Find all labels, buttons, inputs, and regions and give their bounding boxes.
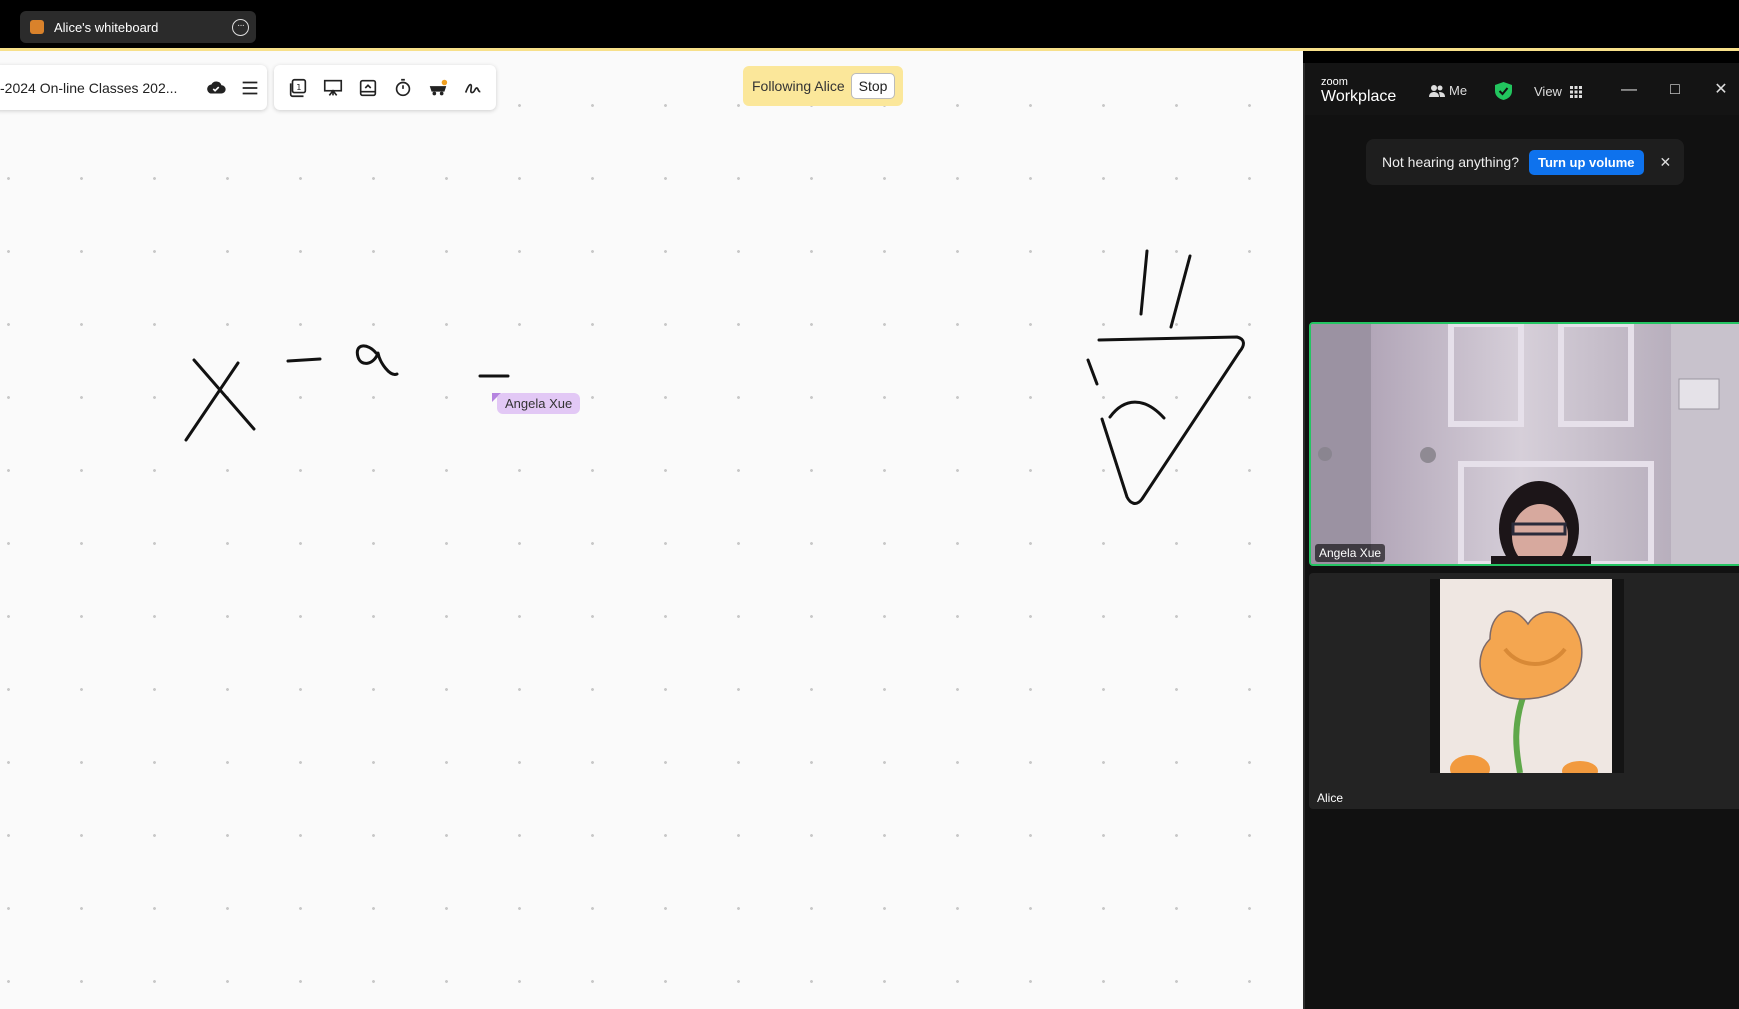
more-options-icon[interactable]: ···: [232, 19, 249, 36]
view-button[interactable]: View: [1534, 84, 1582, 99]
video-tile-angela[interactable]: Angela Xue: [1309, 322, 1739, 566]
ink-stroke-tick-1: [1139, 249, 1149, 316]
zoom-panel: zoom Workplace Me View — □ ✕ Not hearing…: [1303, 63, 1739, 1009]
angela-video-feed: [1311, 324, 1739, 564]
view-label: View: [1534, 84, 1562, 99]
cloud-sync-icon[interactable]: [204, 76, 228, 100]
turn-up-volume-button[interactable]: Turn up volume: [1529, 149, 1644, 175]
following-banner: Following Alice Stop: [743, 66, 904, 106]
ink-stroke-x-1: [192, 358, 256, 431]
ink-stroke-arc: [1108, 400, 1166, 420]
maximize-icon[interactable]: □: [1665, 80, 1685, 100]
zoom-header: zoom Workplace Me View — □ ✕: [1305, 63, 1739, 115]
people-icon: [1429, 84, 1445, 97]
ink-stroke-v: [1100, 349, 1242, 505]
zoom-logo: zoom Workplace: [1321, 77, 1396, 105]
participant-name-angela: Angela Xue: [1315, 544, 1386, 562]
alice-avatar-image: [1430, 579, 1624, 773]
following-text: Following Alice: [752, 78, 845, 94]
security-shield-icon[interactable]: [1495, 82, 1512, 100]
participant-name-alice: Alice: [1317, 791, 1344, 805]
svg-text:1: 1: [296, 81, 301, 91]
dismiss-icon[interactable]: ✕: [1660, 154, 1672, 171]
share-top-bar: Alice's whiteboard ···: [0, 0, 1739, 48]
stop-following-button[interactable]: Stop: [850, 73, 896, 99]
video-tile-alice[interactable]: Alice: [1309, 573, 1739, 809]
share-tab-title: Alice's whiteboard: [54, 19, 159, 35]
ink-stroke-left: [1086, 358, 1099, 386]
present-icon[interactable]: [321, 76, 345, 100]
notification-text: Not hearing anything?: [1382, 154, 1519, 170]
menu-icon[interactable]: [238, 76, 262, 100]
signature-icon[interactable]: [461, 76, 485, 100]
timer-icon[interactable]: [391, 76, 415, 100]
participants-button[interactable]: Me: [1429, 83, 1467, 98]
sharer-avatar: [30, 20, 44, 34]
ink-layer: [184, 249, 1245, 505]
ink-stroke-a: [355, 344, 399, 376]
collaborators-icon[interactable]: [426, 76, 450, 100]
share-tab[interactable]: Alice's whiteboard ···: [20, 11, 256, 43]
zoom-logo-small: zoom: [1321, 76, 1348, 88]
zoom-logo-big: Workplace: [1321, 88, 1397, 105]
remote-cursor-label: Angela Xue: [497, 393, 581, 414]
whiteboard-canvas[interactable]: -2024 On-line Classes 202... 1 Following…: [0, 51, 1303, 1009]
audio-notification: Not hearing anything? Turn up volume ✕: [1366, 139, 1684, 185]
board-icon[interactable]: [356, 76, 380, 100]
ink-stroke-dash-1: [286, 357, 322, 363]
whiteboard-tools-toolbar: 1: [274, 65, 496, 110]
pages-icon[interactable]: 1: [286, 76, 310, 100]
whiteboard-doc-title[interactable]: -2024 On-line Classes 202...: [0, 80, 186, 96]
me-label: Me: [1449, 83, 1468, 98]
ink-stroke-top: [1097, 335, 1245, 353]
close-icon[interactable]: ✕: [1711, 80, 1731, 100]
whiteboard-title-toolbar: -2024 On-line Classes 202...: [0, 65, 267, 110]
minimize-icon[interactable]: —: [1619, 80, 1639, 100]
ink-stroke-tick-2: [1169, 254, 1192, 329]
screen: Alice's whiteboard ··· -2024 On-line Cla…: [0, 0, 1739, 1009]
grid-icon: [1569, 85, 1582, 98]
